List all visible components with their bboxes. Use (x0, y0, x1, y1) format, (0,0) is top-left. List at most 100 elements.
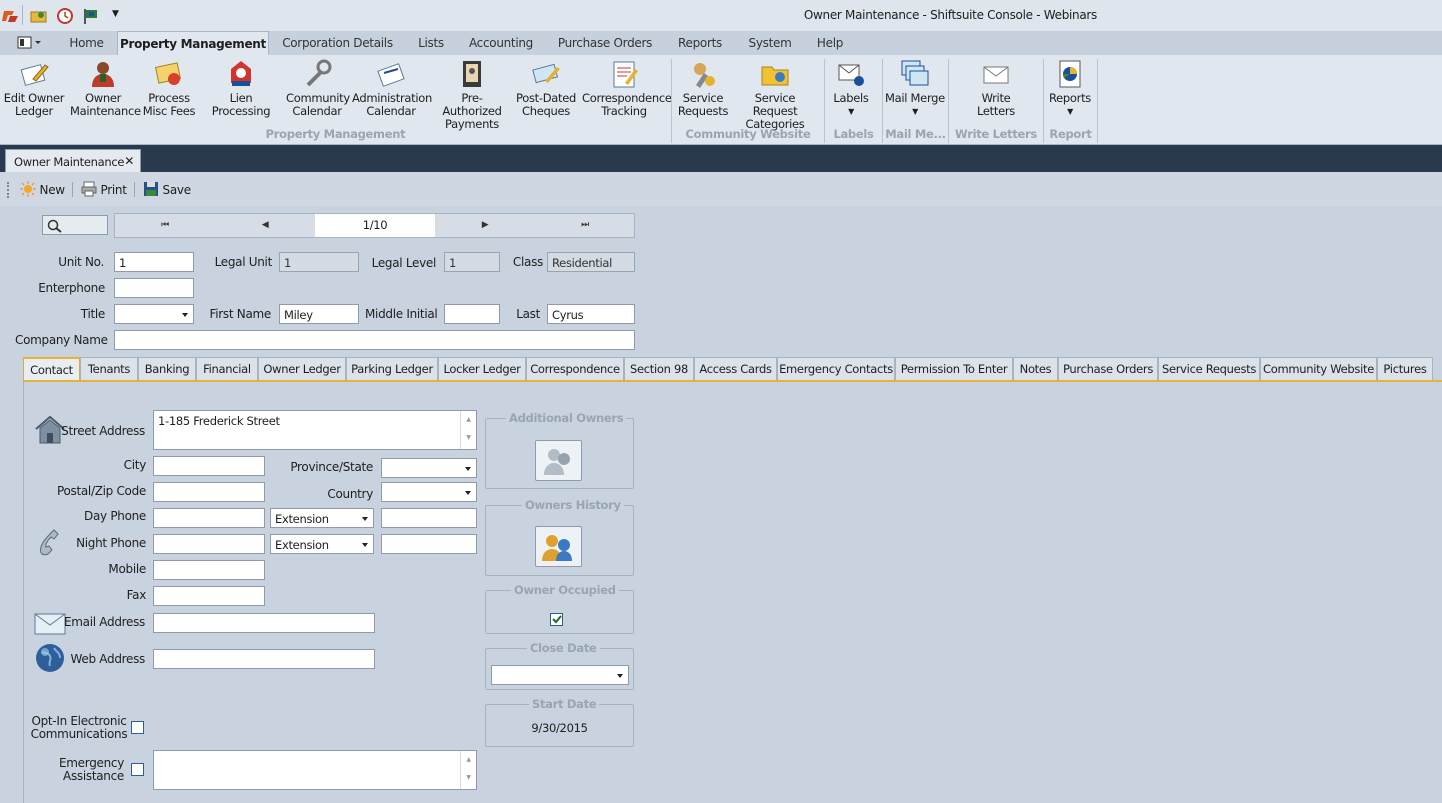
layout-icon[interactable] (14, 31, 44, 55)
unit-no-field[interactable]: 1 (114, 252, 194, 272)
correspondence-tracking-button[interactable]: Correspondence Tracking (582, 57, 672, 123)
edit-owner-ledger-button[interactable]: Edit Owner Ledger (2, 57, 66, 123)
tab-correspondence[interactable]: Correspondence (526, 357, 624, 380)
tab-owner-ledger[interactable]: Owner Ledger (258, 357, 346, 380)
first-name-label: First Name (209, 307, 272, 321)
administration-calendar-button[interactable]: Administration Calendar (352, 57, 432, 123)
mail-merge-button[interactable]: Mail Merge ▼ (884, 57, 946, 123)
fax-field[interactable] (153, 586, 265, 606)
tab-locker-ledger[interactable]: Locker Ledger (438, 357, 526, 380)
community-calendar-button[interactable]: Community Calendar (286, 57, 350, 123)
close-icon[interactable]: ✕ (124, 154, 134, 168)
owner-occupied-title: Owner Occupied (511, 583, 619, 597)
owner-occupied-checkbox[interactable] (550, 613, 563, 626)
tab-notes[interactable]: Notes (1013, 357, 1058, 380)
province-dropdown[interactable] (381, 458, 477, 478)
night-phone-extension-field[interactable] (381, 534, 477, 554)
search-input[interactable] (42, 215, 108, 235)
web-address-field[interactable] (153, 649, 375, 669)
menu-system[interactable]: System (740, 31, 800, 55)
tab-section-98[interactable]: Section 98 (624, 357, 694, 380)
night-phone-extension-dropdown[interactable]: Extension (270, 534, 374, 554)
ribbon: Edit Owner Ledger Owner Maintenance Proces… (0, 55, 1442, 145)
tab-pictures[interactable]: Pictures (1377, 357, 1433, 380)
sun-icon (20, 181, 36, 197)
emergency-assistance-checkbox[interactable] (131, 763, 144, 776)
pre-authorized-payments-button[interactable]: Pre-Authorized Payments (434, 57, 510, 131)
tab-community-website[interactable]: Community Website (1260, 357, 1377, 380)
tab-emergency-contacts[interactable]: Emergency Contacts (777, 357, 895, 380)
tab-service-requests[interactable]: Service Requests (1158, 357, 1260, 380)
night-phone-field[interactable] (153, 534, 265, 554)
day-phone-extension-field[interactable] (381, 508, 477, 528)
new-button[interactable]: New (20, 181, 65, 199)
write-letters-button[interactable]: Write Letters (960, 57, 1032, 123)
reports-dropdown-icon: ▼ (1067, 107, 1073, 116)
enterphone-label: Enterphone (38, 281, 105, 295)
tab-permission-to-enter[interactable]: Permission To Enter (895, 357, 1013, 380)
service-request-categories-button[interactable]: Service Request Categories (734, 57, 816, 131)
day-phone-extension-dropdown[interactable]: Extension (270, 508, 374, 528)
mobile-field[interactable] (153, 560, 265, 580)
first-record-icon[interactable]: ⏮ (145, 214, 185, 237)
process-misc-fees-button[interactable]: Process Misc Fees (140, 57, 198, 123)
menu-help[interactable]: Help (808, 31, 852, 55)
save-button[interactable]: Save (143, 181, 191, 199)
menu-lists[interactable]: Lists (408, 31, 454, 55)
service-requests-button[interactable]: Service Requests (674, 57, 732, 123)
previous-record-icon[interactable]: ◀ (245, 214, 285, 237)
owners-history-button[interactable] (535, 526, 582, 567)
print-button[interactable]: Print (81, 181, 127, 199)
last-record-icon[interactable]: ⏭ (565, 214, 605, 237)
menu-purchase-orders[interactable]: Purchase Orders (548, 31, 662, 55)
menu-reports[interactable]: Reports (668, 31, 732, 55)
country-dropdown[interactable] (381, 482, 477, 502)
document-tab-owner-maintenance[interactable]: Owner Maintenance ✕ (5, 149, 141, 172)
enterphone-field[interactable] (114, 278, 194, 298)
tab-tenants[interactable]: Tenants (80, 357, 138, 380)
cheques-icon (531, 59, 561, 89)
scrollbar[interactable]: ▲ ▼ (460, 411, 476, 449)
middle-initial-field[interactable] (444, 304, 500, 324)
post-dated-cheques-button[interactable]: Post-Dated Cheques (514, 57, 578, 123)
scrollbar[interactable]: ▲ ▼ (460, 751, 476, 789)
payments-icon (457, 59, 487, 89)
window-title: Owner Maintenance - Shiftsuite Console -… (803, 8, 1097, 22)
mobile-label: Mobile (108, 562, 146, 576)
legal-unit-label: Legal Unit (214, 255, 273, 269)
owner-maintenance-button[interactable]: Owner Maintenance (70, 57, 141, 123)
tab-contact[interactable]: Contact (23, 357, 80, 380)
menu-property-management[interactable]: Property Management (117, 31, 269, 55)
last-name-label: Last (516, 307, 540, 321)
postal-code-field[interactable] (153, 482, 265, 502)
emergency-notes-field[interactable]: ▲ ▼ (153, 750, 477, 790)
labels-button[interactable]: Labels ▼ (828, 57, 874, 123)
city-field[interactable] (153, 456, 265, 476)
street-address-field[interactable]: 1-185 Frederick Street ▲ ▼ (153, 410, 477, 450)
reports-button[interactable]: Reports ▼ (1046, 57, 1094, 123)
first-name-field[interactable]: Miley (279, 304, 359, 324)
title-label: Title (80, 307, 106, 321)
day-phone-field[interactable] (153, 508, 265, 528)
tab-parking-ledger[interactable]: Parking Ledger (346, 357, 438, 380)
company-name-field[interactable] (114, 330, 635, 350)
title-dropdown[interactable] (114, 304, 194, 324)
tab-purchase-orders[interactable]: Purchase Orders (1058, 357, 1158, 380)
lien-processing-button[interactable]: Lien Processing (202, 57, 280, 123)
email-address-field[interactable] (153, 613, 375, 633)
menu-home[interactable]: Home (59, 31, 114, 55)
opt-in-label: Opt-In Electronic Communications (30, 714, 128, 741)
street-address-label: Street Address (61, 424, 145, 438)
next-record-icon[interactable]: ▶ (465, 214, 505, 237)
additional-owners-button[interactable] (535, 440, 582, 481)
tab-access-cards[interactable]: Access Cards (694, 357, 777, 380)
menu-corporation-details[interactable]: Corporation Details (274, 31, 401, 55)
fax-label: Fax (126, 588, 147, 602)
opt-in-checkbox[interactable] (131, 721, 144, 734)
menu-accounting[interactable]: Accounting (462, 31, 540, 55)
close-date-picker[interactable] (491, 665, 629, 685)
tab-banking[interactable]: Banking (138, 357, 196, 380)
reports-icon (1055, 59, 1085, 89)
last-name-field[interactable]: Cyrus (547, 304, 635, 324)
tab-financial[interactable]: Financial (196, 357, 258, 380)
